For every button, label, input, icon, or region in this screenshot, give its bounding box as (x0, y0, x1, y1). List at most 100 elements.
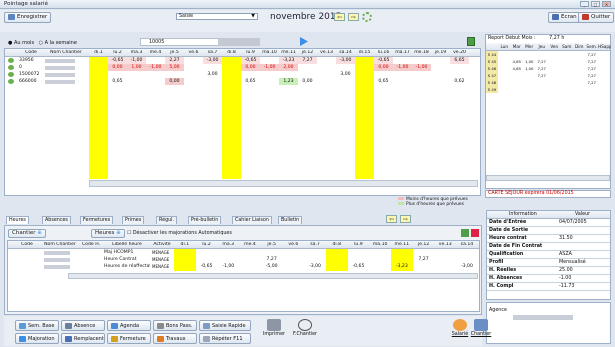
heures-button[interactable]: Heures ⊕ (91, 229, 125, 238)
grid-cell[interactable] (174, 249, 196, 256)
column-header[interactable]: Nom Chantier (42, 242, 78, 247)
grid-cell[interactable] (413, 249, 435, 256)
grid-cell[interactable] (279, 71, 298, 78)
grid-cell[interactable] (89, 64, 108, 71)
grid-cell[interactable] (434, 249, 456, 256)
desactiver-checkbox[interactable]: ☐ Désactiver les majorations Automatique… (127, 231, 232, 236)
grid-cell[interactable] (146, 71, 165, 78)
grid-cell[interactable] (283, 263, 305, 270)
column-header[interactable]: ma.3 (127, 50, 146, 55)
grid-cell[interactable] (261, 249, 283, 256)
grid-cell[interactable] (355, 64, 374, 71)
grid-cell[interactable] (260, 78, 279, 85)
grid-cell[interactable]: 1,00 (127, 64, 146, 71)
grid-cell[interactable]: 2,00 (279, 64, 298, 71)
grid-cell[interactable] (393, 57, 412, 64)
grid-cell[interactable]: 3,00 (203, 71, 222, 78)
grid-cell[interactable]: 0,00 (374, 64, 393, 71)
grid-cell[interactable] (369, 263, 391, 270)
salarie-button[interactable]: Salarié (450, 318, 470, 344)
grid-cell[interactable] (391, 249, 413, 256)
tab-0[interactable]: Heures (6, 216, 29, 224)
column-header[interactable]: lu.16 (374, 50, 393, 55)
column-header[interactable]: je.12 (413, 242, 435, 247)
grid-cell[interactable]: 1,23 (279, 78, 298, 85)
grid-cell[interactable] (165, 71, 184, 78)
remplacent-button[interactable]: Remplacent (61, 333, 105, 344)
grid-cell[interactable]: -0,65 (196, 263, 218, 270)
horizontal-scrollbar[interactable] (89, 180, 478, 187)
column-header[interactable]: ve.20 (450, 50, 469, 55)
absence-button[interactable]: Absence (61, 320, 105, 331)
grid-cell[interactable] (456, 256, 478, 263)
au-mois-radio[interactable]: ● Au mois (8, 40, 34, 46)
row-activite[interactable]: MENAGE (152, 249, 174, 256)
grid-cell[interactable]: -3,00 (456, 263, 478, 270)
grid-cell[interactable] (196, 249, 218, 256)
grid-cell[interactable]: -3,00 (304, 263, 326, 270)
ecran-button[interactable]: Ecran (548, 12, 581, 23)
tab-4[interactable]: Régul. (156, 216, 178, 224)
grid-cell[interactable] (369, 249, 391, 256)
grid-cell[interactable]: 7,27 (298, 57, 317, 64)
maximize-button[interactable]: □ (591, 1, 600, 7)
column-header[interactable]: je.19 (431, 50, 450, 55)
grid-cell[interactable]: 7,27 (261, 256, 283, 263)
column-header[interactable]: me.4 (146, 50, 165, 55)
grid-cell[interactable] (326, 249, 348, 256)
column-header[interactable]: Code H. (80, 242, 102, 247)
column-header[interactable]: je.12 (298, 50, 317, 55)
tab-6[interactable]: Cahier Liaison (232, 216, 272, 224)
grid-cell[interactable] (336, 64, 355, 71)
imprimer-button[interactable]: Imprimer (262, 318, 286, 344)
column-header[interactable]: ve.6 (283, 242, 305, 247)
mode-select[interactable]: Saisie ▼ (176, 13, 258, 20)
grid-cell[interactable] (260, 71, 279, 78)
grid-cell[interactable] (450, 71, 469, 78)
grid-cell[interactable]: 0,00 (298, 78, 317, 85)
column-header[interactable]: di.1 (174, 242, 196, 247)
column-header[interactable]: sa.7 (203, 50, 222, 55)
grid-cell[interactable] (326, 256, 348, 263)
quit-button[interactable]: Quitter (578, 12, 615, 23)
grid-cell[interactable] (317, 78, 336, 85)
column-header[interactable]: Libellé heure (104, 242, 150, 247)
row-activite[interactable]: MENAGE (152, 256, 174, 263)
grid-cell[interactable]: -1,00 (393, 64, 412, 71)
grid-cell[interactable] (260, 57, 279, 64)
column-header[interactable]: lu.2 (108, 50, 127, 55)
grid-cell[interactable]: -1,00 (146, 64, 165, 71)
column-header[interactable]: di.1 (89, 50, 108, 55)
column-header[interactable]: lu.2 (196, 242, 218, 247)
refresh-icon[interactable] (362, 12, 372, 22)
agenda-button[interactable]: Agenda (107, 320, 151, 331)
grid-cell[interactable]: -0,65 (348, 263, 370, 270)
grid-cell[interactable] (239, 256, 261, 263)
grid-cell[interactable] (431, 57, 450, 64)
row-libelle[interactable]: Maj HCOMP1 (104, 249, 150, 256)
grid-cell[interactable] (222, 64, 241, 71)
chantier-open-button[interactable]: Chantier (470, 318, 492, 344)
grid-cell[interactable]: -3,23 (391, 263, 413, 270)
grid-cell[interactable] (283, 256, 305, 263)
column-header[interactable]: ma.10 (369, 242, 391, 247)
grid-cell[interactable] (298, 64, 317, 71)
grid-cell[interactable]: 0,62 (450, 78, 469, 85)
grid-cell[interactable]: -1,00 (217, 263, 239, 270)
grid-cell[interactable] (369, 256, 391, 263)
column-header[interactable]: Code (16, 242, 38, 247)
grid-cell[interactable] (336, 78, 355, 85)
play-icon[interactable] (300, 37, 308, 46)
grid-cell[interactable] (317, 57, 336, 64)
grid-cell[interactable]: 6,65 (450, 57, 469, 64)
grid-cell[interactable] (203, 64, 222, 71)
sem-base-button[interactable]: Sem. Base (15, 320, 59, 331)
column-header[interactable]: me.11 (279, 50, 298, 55)
repeter-button[interactable]: Répéter F11 (199, 333, 251, 344)
excel-icon[interactable] (461, 229, 469, 237)
excel-icon[interactable] (467, 37, 475, 46)
grid-cell[interactable] (174, 256, 196, 263)
grid-cell[interactable]: -1,00 (260, 64, 279, 71)
prev-week-button[interactable]: ⇦ (386, 215, 397, 223)
column-header[interactable]: ma.10 (260, 50, 279, 55)
